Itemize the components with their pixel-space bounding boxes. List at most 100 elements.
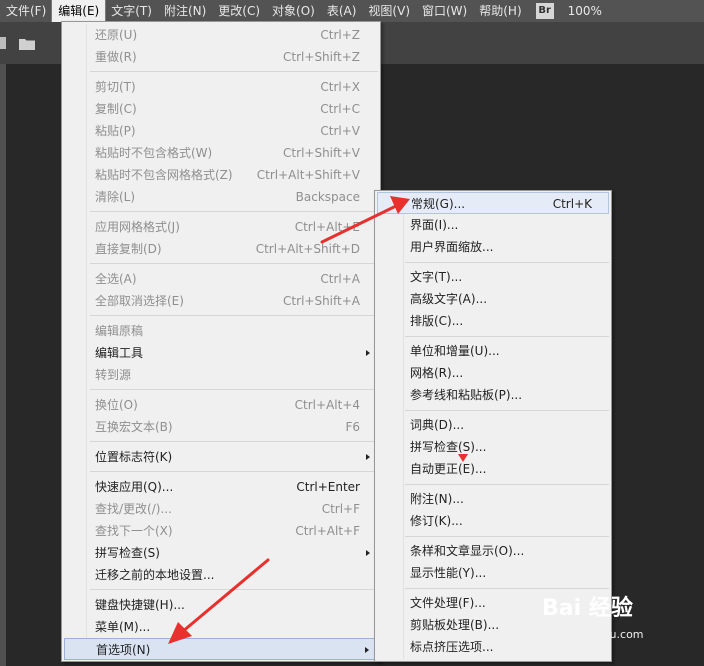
menu-item-find-next[interactable]: 查找下一个(X) Ctrl+Alt+F [64,520,378,542]
menu-item-go-to-source[interactable]: 转到源 [64,364,378,386]
menu-item-paste-without-grid-format[interactable]: 粘贴时不包含网格格式(Z) Ctrl+Alt+Shift+V [64,164,378,186]
menu-window[interactable]: 窗口(W) [416,0,473,22]
pref-track-changes[interactable]: 修订(K)... [377,510,609,532]
menu-item-label: 换位(O) [95,398,138,412]
folder-icon[interactable] [19,38,35,50]
menu-item-shortcut: Ctrl+Alt+Shift+D [255,242,360,256]
menu-item-paste-without-formatting[interactable]: 粘贴时不包含格式(W) Ctrl+Shift+V [64,142,378,164]
menu-item-preferences[interactable]: 首选项(N) [64,638,378,660]
menu-item-label: 复制(C) [95,102,137,116]
pref-type[interactable]: 文字(T)... [377,266,609,288]
menu-item-select-all[interactable]: 全选(A) Ctrl+A [64,268,378,290]
pref-interface[interactable]: 界面(I)... [377,214,609,236]
watermark-logo: Bai 经验 [542,596,633,621]
menu-item-duplicate[interactable]: 直接复制(D) Ctrl+Alt+Shift+D [64,238,378,260]
menu-item-shortcut: Ctrl+Shift+A [283,294,360,308]
menu-edit[interactable]: 编辑(E) [51,0,107,23]
pref-advanced-type[interactable]: 高级文字(A)... [377,288,609,310]
menu-separator [90,263,378,264]
pref-general[interactable]: 常规(G)... Ctrl+K [377,192,609,214]
menu-item-clear[interactable]: 清除(L) Backspace [64,186,378,208]
menu-item-deselect-all[interactable]: 全部取消选择(E) Ctrl+Shift+A [64,290,378,312]
menu-item-apply-grid-format[interactable]: 应用网格格式(J) Ctrl+Alt+E [64,216,378,238]
menu-item-menus[interactable]: 菜单(M)... [64,616,378,638]
menu-item-label: 位置标志符(K) [95,450,173,464]
menu-item-shortcut: Ctrl+Enter [296,480,360,494]
menu-item-shortcut: Ctrl+K [552,197,592,211]
menu-item-spell-check[interactable]: 拼写检查(S) [64,542,378,564]
menu-table[interactable]: 表(A) [321,0,363,22]
menu-type[interactable]: 文字(T) [105,0,158,22]
menu-item-label: 全部取消选择(E) [95,294,184,308]
menu-object[interactable]: 对象(O) [266,0,321,22]
edit-menu: 还原(U) Ctrl+Z 重做(R) Ctrl+Shift+Z 剪切(T) Ctrl+… [61,21,381,662]
pref-composition[interactable]: 排版(C)... [377,310,609,332]
menu-item-shortcut: Ctrl+X [320,80,360,94]
menu-changes[interactable]: 更改(C) [212,0,266,22]
menu-item-cut[interactable]: 剪切(T) Ctrl+X [64,76,378,98]
menu-item-label: 编辑工具 [95,346,144,360]
menu-item-shortcut: Ctrl+A [320,272,360,286]
pref-spelling[interactable]: 拼写检查(S)... [377,436,609,458]
menu-item-label: 菜单(M)... [95,620,151,634]
menu-item-edit-with[interactable]: 编辑工具 [64,342,378,364]
submenu-arrow-icon [366,350,370,356]
menu-item-label: 迁移之前的本地设置... [95,568,215,582]
panel-collapse-handle[interactable] [0,37,6,49]
pref-autocorrect[interactable]: 自动更正(E)... [377,458,609,480]
menu-item-label: 文字(T)... [410,270,463,284]
menu-item-label: 词典(D)... [410,418,465,432]
menu-item-label: 拼写检查(S)... [410,440,487,454]
menu-separator [90,211,378,212]
menu-item-position-marker[interactable]: 位置标志符(K) [64,446,378,468]
menu-item-label: 自动更正(E)... [410,462,487,476]
pref-units-increments[interactable]: 单位和增量(U)... [377,340,609,362]
menu-item-label: 修订(K)... [410,514,463,528]
menu-item-label: 常规(G)... [411,197,466,211]
watermark-site: jingyan.baidu.com [542,628,644,641]
menu-item-edit-original[interactable]: 编辑原稿 [64,320,378,342]
menu-help[interactable]: 帮助(H) [473,0,527,22]
menu-item-redo[interactable]: 重做(R) Ctrl+Shift+Z [64,46,378,68]
menu-item-quick-apply[interactable]: 快速应用(Q)... Ctrl+Enter [64,476,378,498]
menu-item-label: 标点挤压选项... [410,640,494,654]
menu-separator [90,315,378,316]
menu-item-label: 文件处理(F)... [410,596,486,610]
pref-grids[interactable]: 网格(R)... [377,362,609,384]
pref-notes[interactable]: 附注(N)... [377,488,609,510]
pref-ui-scaling[interactable]: 用户界面缩放... [377,236,609,258]
menu-item-transpose[interactable]: 换位(O) Ctrl+Alt+4 [64,394,378,416]
menu-item-label: 编辑原稿 [95,324,144,338]
pref-dictionary[interactable]: 词典(D)... [377,414,609,436]
pref-guides-pasteboard[interactable]: 参考线和粘贴板(P)... [377,384,609,406]
menu-item-shortcut: Ctrl+Alt+4 [294,398,360,412]
menu-item-shortcut: Ctrl+F [321,502,360,516]
menu-item-shortcut: Ctrl+Alt+F [295,524,360,538]
menu-view[interactable]: 视图(V) [362,0,416,22]
menu-separator [90,589,378,590]
menu-item-keyboard-shortcuts[interactable]: 键盘快捷键(H)... [64,594,378,616]
menu-item-label: 键盘快捷键(H)... [95,598,185,612]
menu-item-label: 还原(U) [95,28,138,42]
menu-item-swap-macro-text[interactable]: 互换宏文本(B) F6 [64,416,378,438]
menu-item-shortcut: Ctrl+Alt+E [294,220,360,234]
submenu-arrow-icon [366,550,370,556]
menu-item-find-change[interactable]: 查找/更改(/)... Ctrl+F [64,498,378,520]
pref-story-editor-display[interactable]: 条样和文章显示(O)... [377,540,609,562]
menu-item-migrate-local-settings[interactable]: 迁移之前的本地设置... [64,564,378,586]
menu-file[interactable]: 文件(F) [0,0,52,22]
menu-item-undo[interactable]: 还原(U) Ctrl+Z [64,24,378,46]
menu-item-paste[interactable]: 粘贴(P) Ctrl+V [64,120,378,142]
menu-item-label: 显示性能(Y)... [410,566,487,580]
menu-separator [405,336,609,337]
submenu-arrow-icon [365,647,369,653]
menu-separator [405,410,609,411]
zoom-level[interactable]: 100% [568,4,602,18]
menu-item-label: 全选(A) [95,272,137,286]
pref-display-performance[interactable]: 显示性能(Y)... [377,562,609,584]
menu-item-copy[interactable]: 复制(C) Ctrl+C [64,98,378,120]
menu-notes[interactable]: 附注(N) [158,0,212,22]
bridge-icon[interactable]: Br [535,3,554,19]
menu-item-label: 重做(R) [95,50,137,64]
menu-item-label: 应用网格格式(J) [95,220,180,234]
